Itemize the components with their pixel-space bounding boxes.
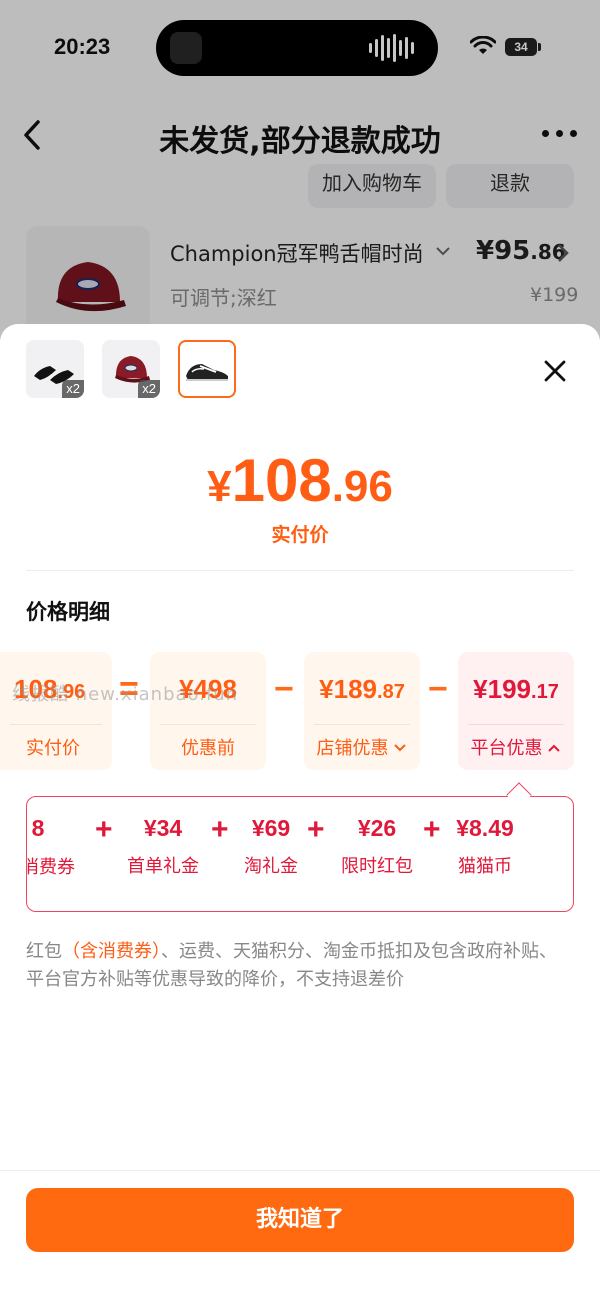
thumb-qty: x2	[138, 380, 160, 398]
thumb-shoes[interactable]	[178, 340, 236, 398]
price-int: 108	[231, 447, 332, 514]
formula-store-label: 店铺优惠	[304, 734, 420, 760]
thumb-cap[interactable]: x2	[102, 340, 160, 398]
plus-sign: +	[423, 813, 441, 846]
paid-price-label: 实付价	[271, 524, 329, 546]
card-divider	[10, 724, 102, 725]
watermark: 线报酷 new.xianbao.fun	[12, 684, 239, 705]
discount-item: ¥69 淘礼金	[244, 815, 298, 877]
platform-discount-details: 8 消费券 + ¥34 首单礼金 + ¥69 淘礼金 + ¥26 限时红包 + …	[26, 796, 574, 912]
background-page: 20:23 34 未发货,部分退款成功 加入购物车 退款 Champion冠军鸭…	[0, 0, 600, 340]
disclaimer-note: 红包（含消费券）、运费、天猫积分、淘金币抵扣及包含政府补贴、平台官方补贴等优惠导…	[26, 941, 557, 990]
paid-price: ¥108.96	[0, 446, 600, 515]
discount-item: 8	[31, 815, 45, 841]
minus-sign: −	[428, 670, 448, 708]
card-divider	[160, 724, 256, 725]
card-divider	[468, 724, 564, 725]
formula-paid-card: 108.96 实付价	[0, 652, 112, 770]
discount-item: ¥8.49 猫猫币	[456, 815, 514, 877]
dim-overlay[interactable]	[0, 0, 600, 340]
item-thumbnails: x2 x2	[26, 340, 236, 398]
formula-platform-card[interactable]: ¥199.17 平台优惠	[458, 652, 574, 770]
formula-platform-label: 平台优惠	[458, 734, 574, 760]
price-formula: 108.96 实付价 = ¥498 优惠前 − ¥189.87 店铺优惠 − ¥…	[0, 652, 600, 770]
note-highlight: （含消费券）	[62, 941, 161, 962]
discount-item-label: 消费券	[26, 857, 75, 878]
plus-sign: +	[211, 813, 229, 846]
discount-item: ¥34 首单礼金	[127, 815, 199, 877]
formula-before-label: 优惠前	[181, 738, 235, 759]
price-detail-sheet: x2 x2 ¥108.96 实付价 价格明细 108.96 实付价 = ¥498…	[0, 324, 600, 1304]
plus-sign: +	[307, 813, 325, 846]
shoes-image	[186, 364, 228, 381]
price-yen: ¥	[207, 462, 232, 511]
chevron-down-icon	[393, 744, 406, 752]
divider	[26, 570, 574, 571]
close-icon[interactable]	[542, 358, 568, 384]
thumb-qty: x2	[62, 380, 84, 398]
formula-paid-label: 实付价	[26, 738, 80, 759]
section-title: 价格明细	[26, 600, 110, 624]
chevron-up-icon	[547, 744, 560, 752]
formula-before-card: ¥498 优惠前	[150, 652, 266, 770]
card-divider	[314, 724, 410, 725]
footer-divider	[0, 1170, 600, 1171]
confirm-button[interactable]: 我知道了	[26, 1188, 574, 1252]
formula-store-value: ¥189.87	[319, 674, 405, 704]
formula-platform-value: ¥199.17	[473, 674, 559, 704]
thumb-socks[interactable]: x2	[26, 340, 84, 398]
minus-sign: −	[274, 670, 294, 708]
discount-item: ¥26 限时红包	[341, 815, 413, 877]
plus-sign: +	[95, 813, 113, 846]
price-dec: .96	[331, 462, 393, 511]
formula-store-card[interactable]: ¥189.87 店铺优惠	[304, 652, 420, 770]
